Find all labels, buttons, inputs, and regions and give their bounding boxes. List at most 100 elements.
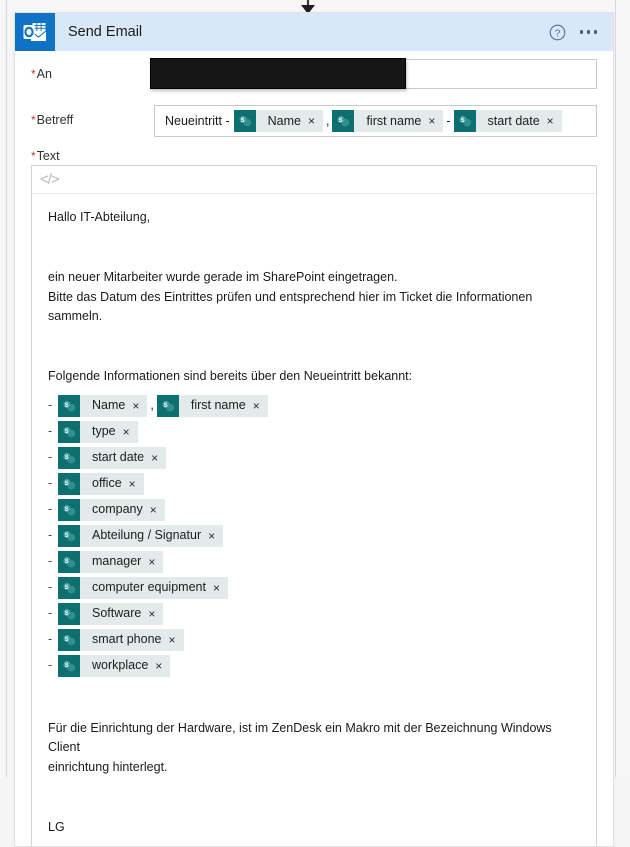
subject-label-text: Betreff — [36, 113, 74, 127]
subject-static-prefix: Neueintritt - — [165, 114, 230, 128]
send-email-action-card[interactable]: Send Email ? *An *Betreff Neueintritt - … — [14, 12, 614, 847]
sharepoint-icon: S — [233, 110, 256, 132]
token-remove-icon[interactable]: × — [308, 115, 323, 127]
required-marker: * — [31, 67, 36, 81]
card-title: Send Email — [68, 24, 143, 40]
subject-separator-comma: , — [325, 114, 330, 128]
token-label: type — [92, 424, 116, 439]
list-item: - S computer equipment × — [48, 575, 580, 601]
token-remove-icon[interactable]: × — [428, 115, 443, 127]
token-remove-icon[interactable]: × — [151, 452, 166, 464]
token-label: Abteilung / Signatur — [92, 528, 202, 543]
body-rich-text-editor[interactable]: </> Hallo IT-Abteilung, ein neuer Mitarb… — [31, 165, 597, 846]
token-remove-icon[interactable]: × — [168, 634, 183, 646]
token-label: workplace — [92, 658, 149, 673]
token-remove-icon[interactable]: × — [129, 478, 144, 490]
rte-content[interactable]: Hallo IT-Abteilung, ein neuer Mitarbeite… — [32, 194, 596, 846]
list-item: - S Name × , S first name × — [48, 393, 580, 419]
dot — [579, 30, 583, 34]
dynamic-token[interactable]: S Abteilung / Signatur × — [58, 524, 224, 547]
subject-separator-dash: - — [446, 114, 451, 128]
sharepoint-icon: S — [58, 420, 80, 443]
dot — [593, 30, 597, 34]
subject-input[interactable]: Neueintritt - S Name × , S first name × … — [154, 105, 597, 137]
token-remove-icon[interactable]: × — [132, 400, 147, 412]
token-label: office — [92, 476, 122, 491]
token-remove-icon[interactable]: × — [150, 504, 165, 516]
list-separator-comma: , — [150, 398, 154, 413]
help-circle-icon[interactable]: ? — [549, 24, 566, 41]
svg-text:S: S — [65, 559, 69, 565]
dynamic-token[interactable]: S workplace × — [58, 654, 171, 677]
token-remove-icon[interactable]: × — [123, 426, 138, 438]
dynamic-token[interactable]: S Software × — [58, 602, 164, 625]
dynamic-token[interactable]: S Name × — [233, 110, 323, 132]
token-remove-icon[interactable]: × — [155, 660, 170, 672]
dynamic-token[interactable]: S Name × — [58, 394, 148, 417]
code-view-icon[interactable]: </> — [40, 171, 60, 188]
body-paragraph-3-line-1: Für die Einrichtung der Hardware, ist im… — [48, 720, 552, 755]
svg-text:S: S — [65, 429, 69, 435]
token-remove-icon[interactable]: × — [148, 556, 163, 568]
sharepoint-icon: S — [58, 654, 80, 677]
dynamic-token[interactable]: S computer equipment × — [58, 576, 228, 599]
sharepoint-icon: S — [453, 110, 476, 132]
dynamic-token[interactable]: S start date × — [453, 110, 562, 132]
token-label: first name — [190, 398, 246, 413]
svg-text:S: S — [65, 403, 69, 409]
dynamic-token[interactable]: S first name × — [332, 110, 444, 132]
dynamic-token[interactable]: S type × — [58, 420, 138, 443]
dynamic-token[interactable]: S manager × — [58, 550, 164, 573]
canvas-left-border — [6, 0, 7, 777]
bullet-dash: - — [48, 502, 53, 517]
dynamic-token[interactable]: S office × — [58, 472, 144, 495]
dynamic-token[interactable]: S start date × — [58, 446, 167, 469]
svg-text:S: S — [65, 611, 69, 617]
sharepoint-icon: S — [58, 446, 80, 469]
sharepoint-icon: S — [58, 550, 80, 573]
subject-field-control[interactable]: Neueintritt - S Name × , S first name × … — [154, 105, 597, 137]
redaction-overlay — [150, 58, 406, 89]
svg-text:S: S — [240, 118, 244, 124]
sharepoint-icon: S — [58, 602, 80, 625]
token-remove-icon[interactable]: × — [148, 608, 163, 620]
token-remove-icon[interactable]: × — [253, 400, 268, 412]
bullet-dash: - — [48, 450, 53, 465]
header-actions[interactable]: ? — [549, 24, 600, 41]
svg-text:S: S — [65, 663, 69, 669]
sharepoint-icon: S — [58, 394, 80, 417]
body-signoff: LG — [48, 819, 65, 834]
body-paragraph-3-line-2: einrichtung hinterlegt. — [48, 759, 168, 774]
dynamic-token[interactable]: S smart phone × — [58, 628, 184, 651]
bullet-dash: - — [48, 528, 53, 543]
sharepoint-icon: S — [58, 472, 80, 495]
svg-text:S: S — [65, 455, 69, 461]
token-remove-icon[interactable]: × — [213, 582, 228, 594]
sharepoint-icon: S — [58, 524, 80, 547]
token-remove-icon[interactable]: × — [547, 115, 562, 127]
dynamic-token[interactable]: S first name × — [156, 394, 268, 417]
dynamic-token[interactable]: S company × — [58, 498, 165, 521]
bullet-dash: - — [48, 554, 53, 569]
token-remove-icon[interactable]: × — [208, 530, 223, 542]
rte-toolbar[interactable]: </> — [32, 166, 596, 194]
sharepoint-icon: S — [58, 498, 80, 521]
card-header[interactable]: Send Email ? — [15, 13, 613, 51]
token-label: start date — [92, 450, 145, 465]
bullet-dash: - — [48, 606, 53, 621]
flow-designer-canvas: Send Email ? *An *Betreff Neueintritt - … — [0, 0, 630, 847]
body-list-intro: Folgende Informationen sind bereits über… — [48, 368, 413, 383]
token-label: company — [92, 502, 143, 517]
bullet-dash: - — [48, 580, 53, 595]
canvas-right-border — [615, 0, 616, 777]
more-options-icon[interactable] — [578, 26, 600, 38]
bullet-dash: - — [48, 658, 53, 673]
sharepoint-icon: S — [58, 576, 80, 599]
token-label: Name — [267, 114, 301, 128]
sharepoint-icon: S — [58, 628, 80, 651]
list-item: - S office × — [48, 471, 580, 497]
svg-text:S: S — [65, 481, 69, 487]
